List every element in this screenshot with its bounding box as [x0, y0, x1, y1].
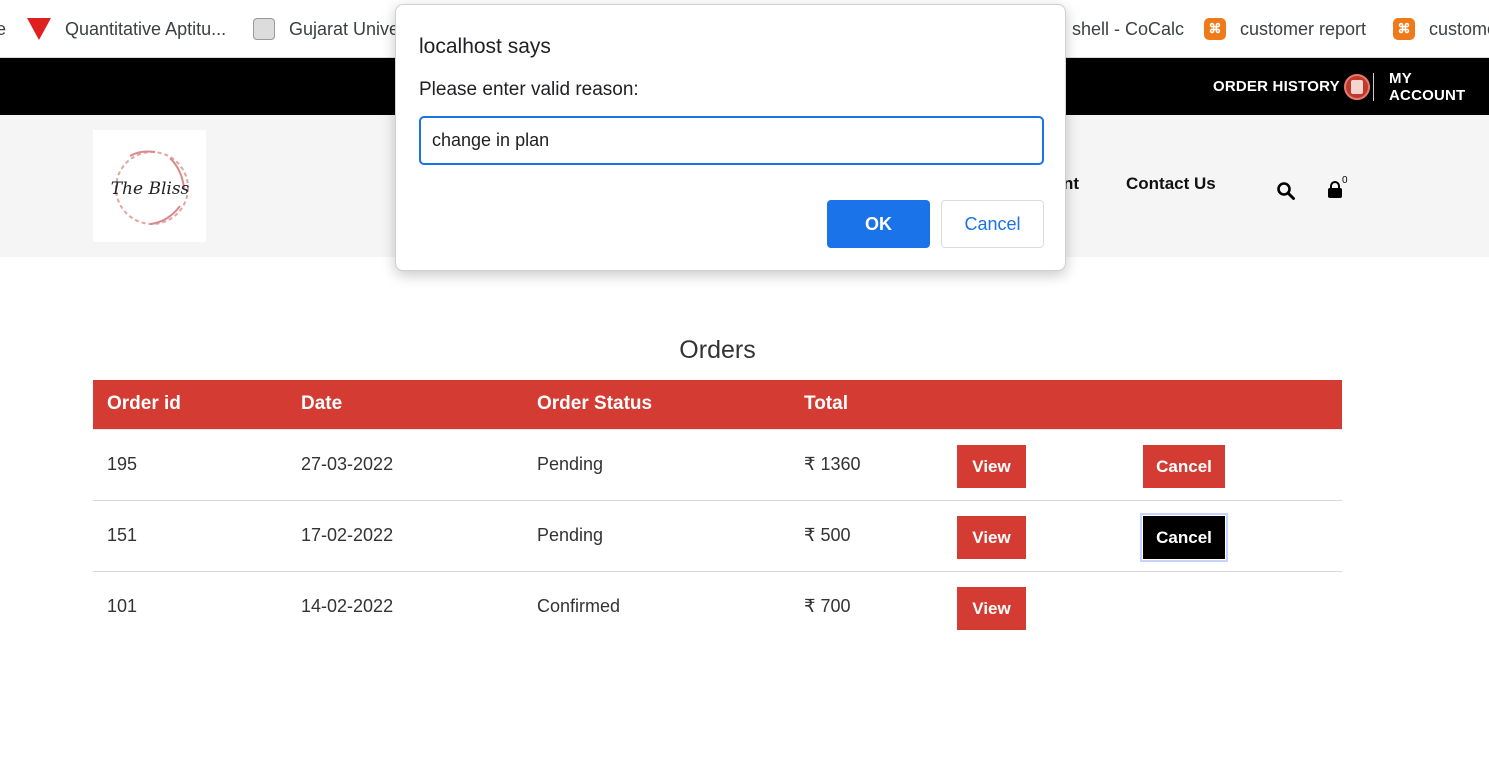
- bookmark-customer-partial[interactable]: ⌘ custome: [1393, 0, 1489, 58]
- prompt-dialog: localhost says Please enter valid reason…: [395, 4, 1066, 271]
- table-row: 101 14-02-2022 Confirmed ₹ 700 View: [93, 572, 1342, 643]
- xampp-icon: ⌘: [1393, 18, 1415, 40]
- dialog-cancel-button[interactable]: Cancel: [941, 200, 1044, 248]
- order-history-icon: [1343, 73, 1370, 100]
- bookmark-label: custome: [1429, 18, 1489, 39]
- cancel-order-button[interactable]: Cancel: [1140, 513, 1228, 562]
- ok-button[interactable]: OK: [827, 200, 930, 248]
- order-status: Pending: [537, 454, 604, 474]
- order-status: Confirmed: [537, 596, 621, 616]
- order-history-label: ORDER HISTORY: [1213, 78, 1340, 95]
- column-header-date: Date: [301, 393, 343, 414]
- table-row: 195 27-03-2022 Pending ₹ 1360 View Cance…: [93, 430, 1342, 501]
- order-id: 151: [107, 525, 138, 545]
- cart-count: 0: [1342, 175, 1348, 186]
- order-total: ₹ 1360: [804, 454, 861, 474]
- bookmark-cocalc[interactable]: shell - CoCalc: [1072, 0, 1184, 58]
- xampp-icon: ⌘: [1204, 18, 1226, 40]
- reason-input[interactable]: [419, 116, 1044, 165]
- order-id: 101: [107, 596, 138, 616]
- order-total: ₹ 500: [804, 525, 851, 545]
- orders-table: Order id Date Order Status Total 195 27-…: [93, 380, 1342, 643]
- bookmark-quantitative-aptitude[interactable]: Quantitative Aptitu...: [27, 0, 226, 58]
- topbar-divider: [1373, 73, 1374, 101]
- view-button[interactable]: View: [957, 587, 1026, 630]
- red-t-icon: [27, 18, 51, 40]
- view-button[interactable]: View: [957, 516, 1026, 559]
- bookmark-label: Gujarat Unive: [289, 18, 400, 39]
- cancel-order-button[interactable]: Cancel: [1143, 445, 1225, 488]
- order-total: ₹ 700: [804, 596, 851, 616]
- bookmark-gujarat-university[interactable]: Gujarat Unive: [253, 0, 399, 58]
- view-button[interactable]: View: [957, 445, 1026, 488]
- search-icon[interactable]: [1276, 181, 1296, 201]
- order-history-link[interactable]: ORDER HISTORY: [1213, 58, 1370, 115]
- dialog-title: localhost says: [419, 35, 551, 58]
- table-header: Order id Date Order Status Total: [93, 380, 1342, 430]
- wreath-logo-icon: The Bliss: [110, 150, 189, 225]
- my-account-link[interactable]: MY ACCOUNT: [1389, 58, 1489, 115]
- table-row: 151 17-02-2022 Pending ₹ 500 View Cancel: [93, 501, 1342, 572]
- order-date: 14-02-2022: [301, 596, 394, 616]
- bookmark-label: e: [0, 18, 7, 39]
- order-date: 17-02-2022: [301, 525, 394, 545]
- order-date: 27-03-2022: [301, 454, 394, 474]
- bookmark-customer-report[interactable]: ⌘ customer report: [1204, 0, 1366, 58]
- bookmark-label: Quantitative Aptitu...: [65, 18, 227, 39]
- logo[interactable]: The Bliss: [93, 130, 206, 242]
- nav-link-contact[interactable]: Contact Us: [1126, 174, 1216, 194]
- bookmark-partial[interactable]: e: [0, 0, 6, 58]
- my-account-label: MY ACCOUNT: [1389, 69, 1466, 104]
- logo-text: The Bliss: [110, 179, 189, 199]
- dialog-message: Please enter valid reason:: [419, 79, 639, 100]
- column-header-total: Total: [804, 393, 848, 414]
- order-id: 195: [107, 454, 138, 474]
- bookmark-label: customer report: [1240, 18, 1367, 39]
- university-seal-icon: [253, 18, 275, 40]
- order-status: Pending: [537, 525, 604, 545]
- page-title: Orders: [679, 336, 756, 364]
- column-header-order-id: Order id: [107, 393, 181, 414]
- column-header-order-status: Order Status: [537, 393, 653, 414]
- bookmark-label: shell - CoCalc: [1072, 18, 1185, 39]
